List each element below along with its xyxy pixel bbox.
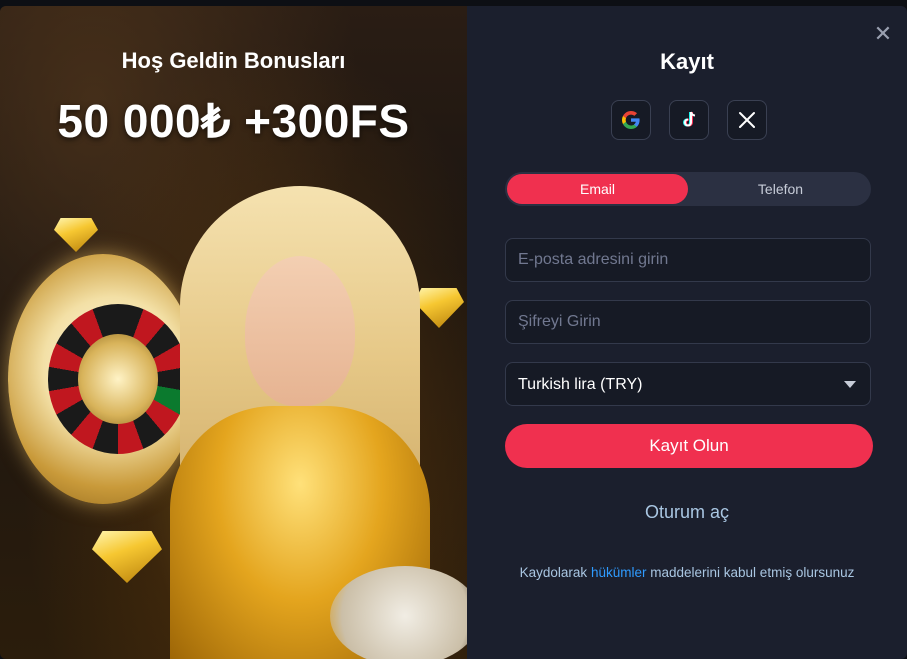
x-icon (739, 112, 755, 128)
tiktok-login-button[interactable] (669, 100, 709, 140)
password-field-wrapper (505, 300, 871, 344)
email-field[interactable] (506, 239, 870, 281)
register-submit-button[interactable]: Kayıt Olun (505, 424, 873, 468)
google-icon (622, 111, 640, 129)
currency-selected-value: Turkish lira (TRY) (518, 376, 643, 393)
promo-amount: 50 000₺ +300FS (57, 95, 410, 147)
registration-modal: Hoş Geldin Bonusları 50 000₺ +300FS ✕ Ka… (0, 6, 907, 659)
password-field[interactable] (506, 301, 870, 343)
email-field-wrapper (505, 238, 871, 282)
social-login-group (611, 100, 767, 140)
x-login-button[interactable] (727, 100, 767, 140)
diamond-gem-icon (54, 218, 98, 252)
chevron-down-icon (844, 381, 856, 388)
google-login-button[interactable] (611, 100, 651, 140)
terms-text: Kaydolarak hükümler maddelerini kabul et… (467, 565, 907, 580)
tab-email[interactable]: Email (507, 174, 688, 204)
model-fur (330, 566, 467, 659)
registration-form-panel: ✕ Kayıt Email Telefon E-posta adresini g… (467, 6, 907, 659)
currency-select[interactable]: Turkish lira (TRY) (505, 362, 871, 406)
form-title: Kayıt (660, 49, 714, 74)
close-icon[interactable]: ✕ (873, 23, 893, 45)
model-face (245, 256, 355, 406)
promo-model-image (150, 186, 467, 659)
tab-telefon[interactable]: Telefon (690, 172, 871, 206)
register-method-tabs: Email Telefon (505, 172, 871, 206)
terms-link[interactable]: hükümler (591, 565, 647, 580)
login-link[interactable]: Oturum aç (467, 502, 907, 523)
terms-prefix: Kaydolarak (519, 565, 588, 580)
tiktok-icon (683, 111, 696, 127)
terms-suffix: maddelerini kabul etmiş olursunuz (650, 565, 855, 580)
promo-panel: Hoş Geldin Bonusları 50 000₺ +300FS (0, 6, 467, 659)
promo-title: Hoş Geldin Bonusları (121, 48, 346, 73)
roulette-wheel-hub (78, 334, 158, 424)
